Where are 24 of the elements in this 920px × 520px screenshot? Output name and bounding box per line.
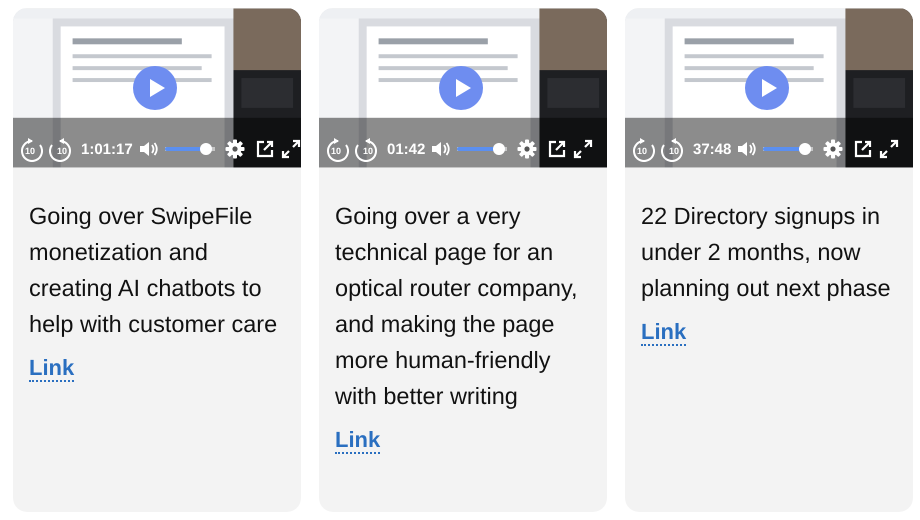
card-link[interactable]: Link	[29, 356, 74, 382]
card-description: 22 Directory signups in under 2 months, now planning out next phase	[641, 202, 892, 303]
card-description: Going over a very technical page for an optical router company, and making the page more human-friendly with better writing	[335, 202, 579, 411]
volume-icon[interactable]	[138, 140, 159, 158]
settings-icon[interactable]	[517, 139, 538, 159]
play-icon	[761, 79, 777, 97]
settings-icon[interactable]	[823, 139, 844, 159]
play-icon	[149, 79, 165, 97]
card-link[interactable]: Link	[641, 320, 686, 346]
play-icon	[455, 79, 471, 97]
external-link-icon[interactable]	[547, 139, 568, 159]
video-time: 1:01:17	[81, 140, 133, 158]
fullscreen-icon[interactable]	[879, 139, 900, 159]
volume-icon[interactable]	[431, 140, 452, 158]
card-description: Going over SwipeFile monetization and creating AI chatbots to help with customer care	[29, 202, 278, 339]
video-time: 01:42	[387, 140, 426, 158]
volume-icon[interactable]	[737, 140, 758, 158]
fullscreen-icon[interactable]	[280, 139, 301, 159]
settings-icon[interactable]	[224, 139, 245, 159]
video-time: 37:48	[693, 140, 732, 158]
fullscreen-icon[interactable]	[573, 139, 594, 159]
external-link-icon[interactable]	[254, 139, 275, 159]
external-link-icon[interactable]	[853, 139, 874, 159]
card-link[interactable]: Link	[335, 428, 380, 454]
